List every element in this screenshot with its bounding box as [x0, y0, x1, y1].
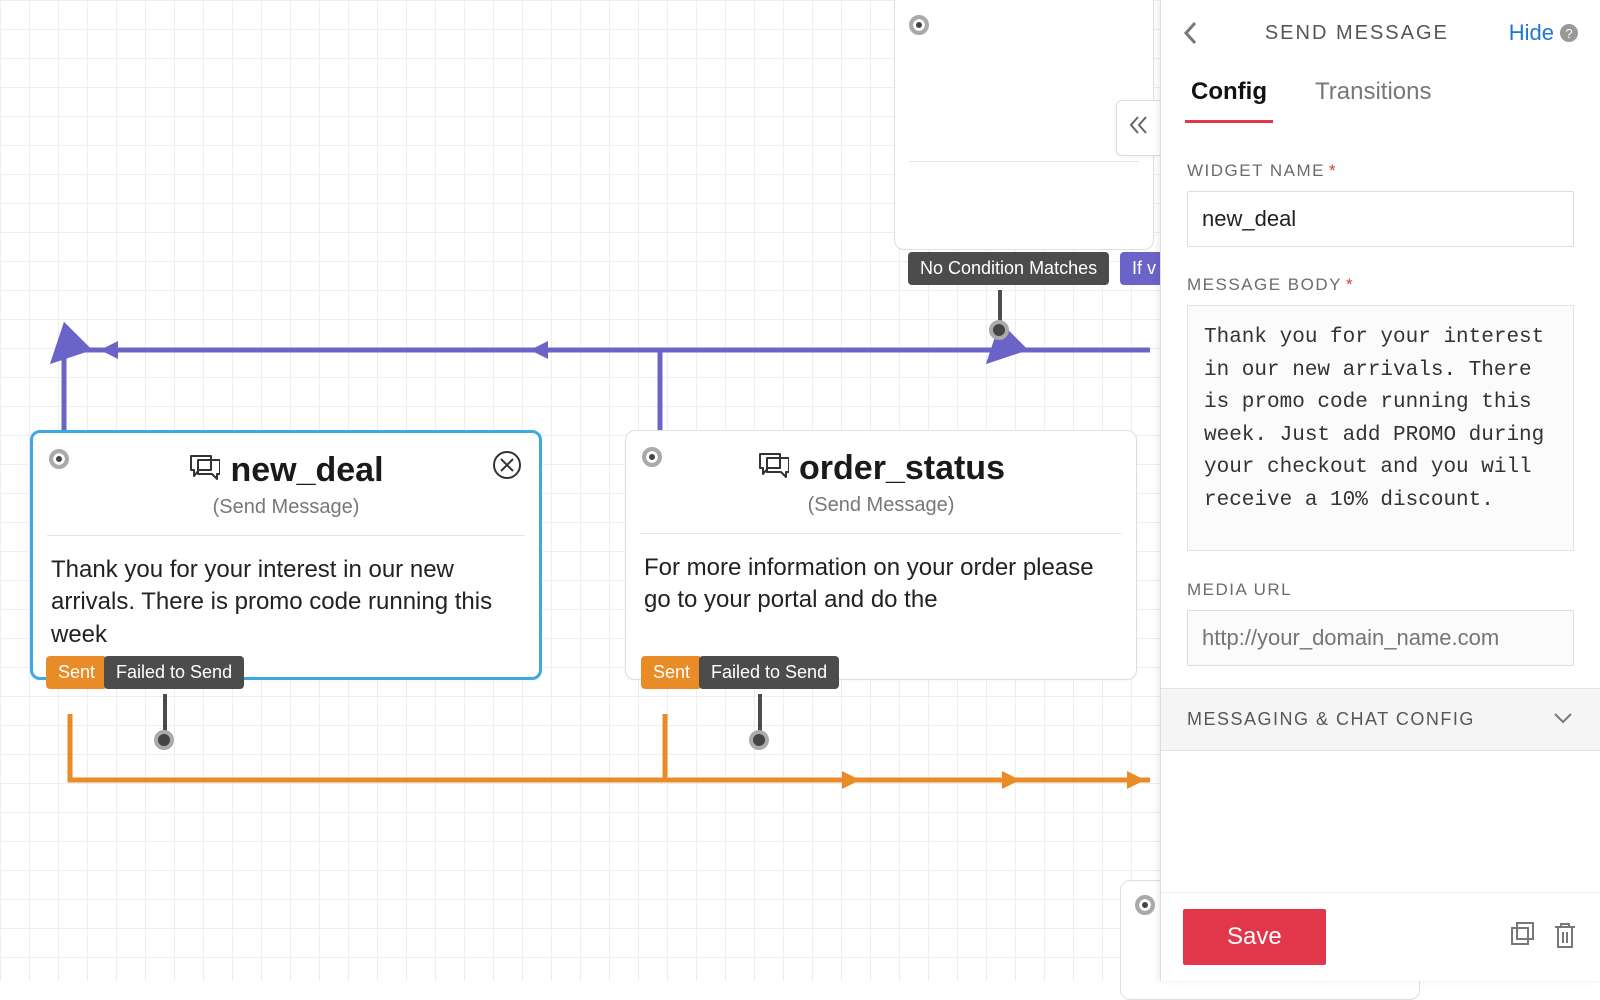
tag-failed-to-send[interactable]: Failed to Send [104, 656, 244, 689]
media-url-label: MEDIA URL [1187, 580, 1574, 600]
widget-name-input[interactable] [1187, 191, 1574, 247]
panel-title: SEND MESSAGE [1205, 22, 1509, 45]
tab-config[interactable]: Config [1185, 68, 1273, 123]
node-new-deal[interactable]: new_deal (Send Message) Thank you for yo… [30, 430, 542, 680]
panel-tabs: Config Transitions [1161, 62, 1600, 123]
node-body-preview: For more information on your order pleas… [626, 534, 1136, 647]
connector-dot[interactable] [154, 730, 174, 750]
media-url-input[interactable] [1187, 610, 1574, 666]
hide-button[interactable]: Hide ? [1509, 20, 1578, 46]
node-subtitle: (Send Message) [33, 496, 539, 535]
connector-line [163, 694, 167, 732]
tag-sent[interactable]: Sent [641, 656, 702, 689]
message-body-textarea[interactable] [1187, 305, 1574, 551]
node-subtitle: (Send Message) [626, 494, 1136, 533]
chat-icon [188, 451, 220, 490]
config-panel: SEND MESSAGE Hide ? Config Transitions W… [1160, 0, 1600, 981]
tag-no-condition-matches[interactable]: No Condition Matches [908, 252, 1109, 285]
widget-name-label: WIDGET NAME* [1187, 161, 1574, 181]
accordion-label: MESSAGING & CHAT CONFIG [1187, 709, 1475, 730]
node-title-text: new_deal [230, 451, 383, 490]
tab-transitions[interactable]: Transitions [1309, 68, 1437, 123]
chevrons-left-icon [1126, 112, 1152, 145]
hide-label: Hide [1509, 20, 1554, 46]
connector-line [758, 694, 762, 732]
copy-icon [1508, 920, 1536, 948]
split-node[interactable] [894, 0, 1154, 250]
messaging-chat-config-accordion[interactable]: MESSAGING & CHAT CONFIG [1161, 688, 1600, 751]
help-icon[interactable]: ? [1560, 24, 1578, 42]
node-order-status[interactable]: order_status (Send Message) For more inf… [625, 430, 1137, 680]
save-button[interactable]: Save [1183, 909, 1326, 965]
node-title-text: order_status [799, 449, 1005, 488]
duplicate-button[interactable] [1508, 920, 1536, 955]
back-button[interactable] [1175, 18, 1205, 48]
tag-sent[interactable]: Sent [46, 656, 107, 689]
chat-icon [757, 449, 789, 488]
panel-collapse-toggle[interactable] [1116, 100, 1160, 156]
delete-button[interactable] [1552, 920, 1578, 955]
chevron-down-icon [1552, 709, 1574, 730]
trash-icon [1552, 920, 1578, 950]
tag-failed-to-send[interactable]: Failed to Send [699, 656, 839, 689]
connector-line [998, 290, 1002, 322]
connector-dot[interactable] [749, 730, 769, 750]
port-dot[interactable] [909, 15, 929, 35]
port-dot[interactable] [1135, 895, 1155, 915]
connector-dot[interactable] [989, 320, 1009, 340]
message-body-label: MESSAGE BODY* [1187, 275, 1574, 295]
